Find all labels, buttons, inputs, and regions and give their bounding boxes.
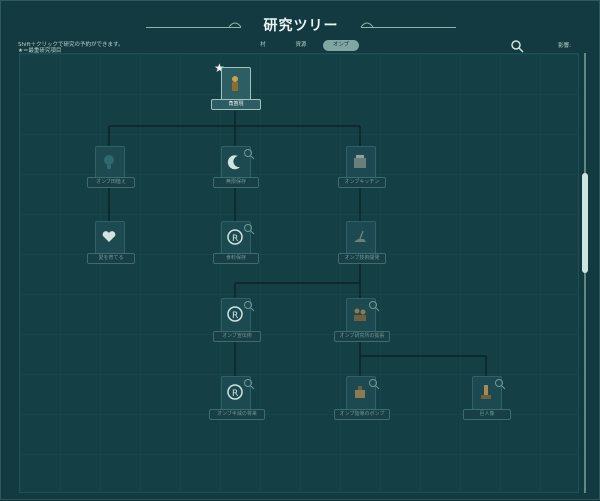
research-magnifier-icon <box>244 149 255 160</box>
vertical-scrollbar[interactable] <box>581 53 589 493</box>
tech-label-root: 角笛現 <box>211 99 261 110</box>
moon-icon <box>227 155 240 170</box>
tech-node-promo[interactable]: R <box>221 298 255 334</box>
tech-label-tech: オンブ技術開発 <box>338 253 386 264</box>
coin-icon: R <box>227 306 243 322</box>
shovel-icon <box>354 230 366 242</box>
tech-label-moon: 無限保存 <box>213 177 259 188</box>
scrollbar-track <box>584 53 586 493</box>
workers-icon <box>354 308 366 321</box>
tech-label-future: オンブ半減の将来 <box>209 409 265 420</box>
tech-node-tech[interactable] <box>346 221 376 257</box>
scrollbar-thumb[interactable] <box>582 173 588 273</box>
tech-label-promo: オンブ宣伝術 <box>213 331 261 342</box>
statue-icon <box>481 385 491 399</box>
research-tree-window: 研究ツリー Shift＋クリックで研究の予約ができます。 ★＝最重研究項目 村 … <box>0 0 600 500</box>
tech-label-pump: オンブ指導のポンプ <box>334 409 390 420</box>
svg-text:R: R <box>232 311 238 321</box>
research-magnifier-icon <box>495 379 506 390</box>
tech-node-future[interactable]: R <box>221 376 255 412</box>
research-magnifier-icon <box>369 379 380 390</box>
tech-node-heart[interactable] <box>95 221 125 257</box>
research-magnifier-icon <box>369 301 380 312</box>
heart-plant-icon <box>102 231 116 242</box>
tech-node-food[interactable]: R <box>221 221 255 257</box>
coin-icon: R <box>227 384 243 400</box>
horn-figure-icon <box>232 76 238 91</box>
tech-node-pump[interactable] <box>346 376 380 412</box>
research-magnifier-icon <box>244 379 255 390</box>
svg-text:R: R <box>232 234 238 244</box>
svg-text:R: R <box>232 389 238 399</box>
tech-label-heart: 愛を育てる <box>87 253 135 264</box>
tech-label-statue: 巨人像 <box>463 409 511 420</box>
tech-label-balloon: オンブ田植え <box>87 177 135 188</box>
tech-node-lab-expand[interactable] <box>346 298 380 334</box>
tech-node-root[interactable] <box>221 67 251 103</box>
tech-node-statue[interactable] <box>472 376 506 412</box>
research-magnifier-icon <box>244 224 255 235</box>
coin-icon: R <box>227 229 243 245</box>
pump-icon <box>355 386 365 398</box>
tech-label-food: 食料保存 <box>213 253 259 264</box>
tree-connections <box>108 111 487 376</box>
kitchen-icon <box>354 155 366 168</box>
tech-label-kitchen: オンブキッチン <box>338 177 386 188</box>
tech-label-lab-expand: オンブ研究所の拡張 <box>334 331 390 342</box>
research-magnifier-icon <box>244 301 255 312</box>
balloon-icon <box>104 155 114 169</box>
